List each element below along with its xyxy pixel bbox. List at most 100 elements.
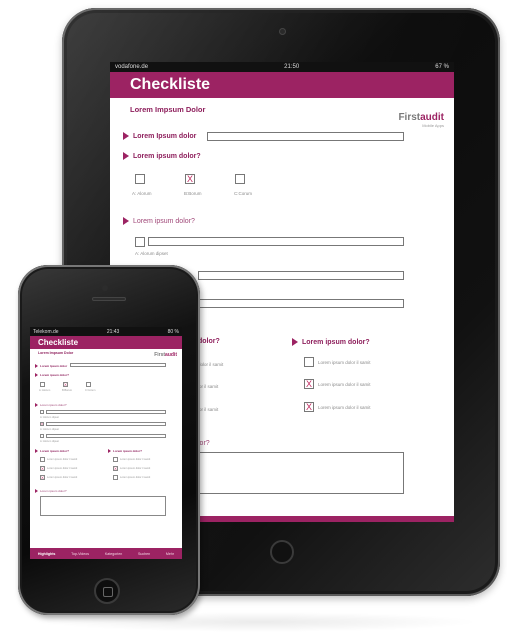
page-title: Checkliste [130, 76, 211, 93]
iphone-app-header: Checkliste [30, 336, 182, 349]
flag-icon [35, 403, 38, 407]
ipad-home-button[interactable] [270, 540, 294, 564]
text-input-3[interactable] [46, 410, 166, 414]
right-item-3: Lorem ipsum dolor il samit [120, 476, 151, 479]
question-4: dolor? [198, 338, 220, 345]
text-input-1[interactable] [207, 132, 404, 141]
question-label: Lorem ipsum dolor? [40, 403, 67, 407]
checkbox-left-3[interactable]: X [40, 475, 45, 480]
flag-icon [292, 338, 298, 346]
checkbox-left-1[interactable] [40, 457, 45, 462]
firstaudit-logo: Firstaudit Mobile Apps [398, 112, 444, 128]
question-label: Lorem ipsum dolor? [113, 449, 143, 453]
field-label: A: Alorum dipset [135, 251, 168, 256]
question-3: Lorem ipsum dolor? [123, 217, 195, 225]
flag-icon [123, 152, 129, 160]
checkbox-field-1[interactable] [40, 410, 44, 414]
battery-label: 80 % [167, 328, 179, 335]
tab-suchen[interactable]: Suchen [138, 552, 150, 556]
question-2: Lorem ipsum dolor? [123, 152, 201, 160]
checkbox-right-1[interactable] [304, 357, 314, 367]
iphone-speaker [92, 297, 126, 301]
question-label: Lorem ipsum dolor? [40, 489, 67, 493]
question-label: Lorem ipsum dolor? [40, 449, 70, 453]
checkbox-right-3[interactable] [113, 475, 118, 480]
text-input-5[interactable] [46, 434, 166, 438]
left-item-3: Lorem ipsum dolor il samit [47, 476, 78, 479]
option-label-b: B:Borum [184, 191, 202, 196]
question-label: dolor? [198, 338, 220, 345]
option-label-a: A: Alorum [39, 389, 51, 392]
text-input-3[interactable] [148, 237, 404, 246]
checkbox-c[interactable] [235, 174, 245, 184]
ipad-status-bar: vodafone.de 21:50 67 % [110, 62, 454, 72]
field-label-3: A: Alorum dipset [40, 440, 59, 443]
checkbox-right-1[interactable] [113, 457, 118, 462]
left-item-2: Lorem ipsum dolor il samit [47, 467, 78, 470]
checkbox-right-3[interactable]: X [304, 402, 314, 412]
option-label-c: C:Corum [234, 191, 253, 196]
flag-icon [123, 217, 129, 225]
question-4: Lorem ipsum dolor? [35, 449, 69, 453]
checkbox-field-2[interactable]: X [40, 422, 44, 426]
checkbox-b[interactable]: X [185, 174, 195, 184]
question-6: Lorem ipsum dolor? [35, 489, 67, 493]
question-label: Lorem Ipsum dolor [133, 132, 197, 140]
text-input-4[interactable] [198, 271, 404, 280]
checkbox-field[interactable] [135, 237, 145, 247]
flag-icon [35, 373, 38, 377]
floor-reflection [40, 612, 480, 632]
flag-icon [35, 489, 38, 493]
checkbox-left-2[interactable]: X [40, 466, 45, 471]
battery-label: 67 % [435, 64, 449, 70]
comment-textarea[interactable] [40, 496, 166, 516]
question-label: Lorem Ipsum dolor [40, 364, 68, 368]
carrier-label: vodafone.de [115, 64, 149, 70]
checkbox-right-2[interactable]: X [113, 466, 118, 471]
question-label: Lorem ipsum dolor? [133, 152, 201, 160]
question-label: Lorem ipsum dolor? [133, 217, 195, 225]
checkbox-a[interactable] [40, 382, 45, 387]
form-subtitle: Lorem Impsum Dolor [130, 105, 206, 114]
right-item-1: Lorem ipsum dolor il samit [318, 360, 371, 365]
field-label-1: A: Alorum dipset [40, 416, 59, 419]
form-subtitle: Lorem Impsum Dolor [38, 351, 74, 355]
question-1: Lorem Ipsum dolor [35, 364, 67, 368]
carrier-label: Telekom.de [33, 328, 59, 335]
logo-tagline: Mobile Apps [422, 123, 444, 128]
text-input-1[interactable] [70, 363, 166, 367]
tab-kategorien[interactable]: Kategorien [105, 552, 122, 556]
iphone-screen: Telekom.de 21:43 80 % Checkliste Lorem I… [30, 327, 182, 559]
logo-first: First [154, 352, 166, 358]
iphone-camera-icon [102, 285, 108, 291]
question-label: Lorem ipsum dolor? [302, 338, 370, 346]
checkbox-c[interactable] [86, 382, 91, 387]
comment-textarea[interactable] [198, 452, 404, 494]
checkbox-right-2[interactable]: X [304, 379, 314, 389]
text-input-5[interactable] [198, 299, 404, 308]
left-item-2: lor il samit [198, 384, 219, 389]
right-item-3: Lorem ipsum dolor il samit [318, 405, 371, 410]
left-item-1: Lorem ipsum dolor il samit [47, 458, 78, 461]
question-5: Lorem ipsum dolor? [292, 338, 370, 346]
flag-icon [35, 449, 38, 453]
checkbox-field-3[interactable] [40, 434, 44, 438]
option-label-c: C:Corum [85, 389, 96, 392]
tab-mehr[interactable]: Mehr [166, 552, 174, 556]
firstaudit-logo: Firstaudit [154, 352, 177, 358]
tab-highlights[interactable]: Highlights [38, 552, 56, 556]
question-3: Lorem ipsum dolor? [35, 403, 67, 407]
left-item-1: dolor il samit [198, 362, 224, 367]
logo-first: First [398, 112, 421, 123]
question-label: Lorem ipsum dolor? [40, 373, 70, 377]
iphone-tab-bar: Highlights Top-Videos Kategorien Suchen … [30, 548, 182, 559]
iphone-status-bar: Telekom.de 21:43 80 % [30, 327, 182, 336]
clock-label: 21:50 [284, 64, 300, 70]
iphone-home-button[interactable] [94, 578, 120, 604]
checkbox-b[interactable]: X [63, 382, 68, 387]
field-label-2: A: Alorum dipset [40, 428, 59, 431]
text-input-4[interactable] [46, 422, 166, 426]
question-1: Lorem Ipsum dolor [123, 132, 196, 140]
checkbox-a[interactable] [135, 174, 145, 184]
tab-top-videos[interactable]: Top-Videos [71, 552, 89, 556]
